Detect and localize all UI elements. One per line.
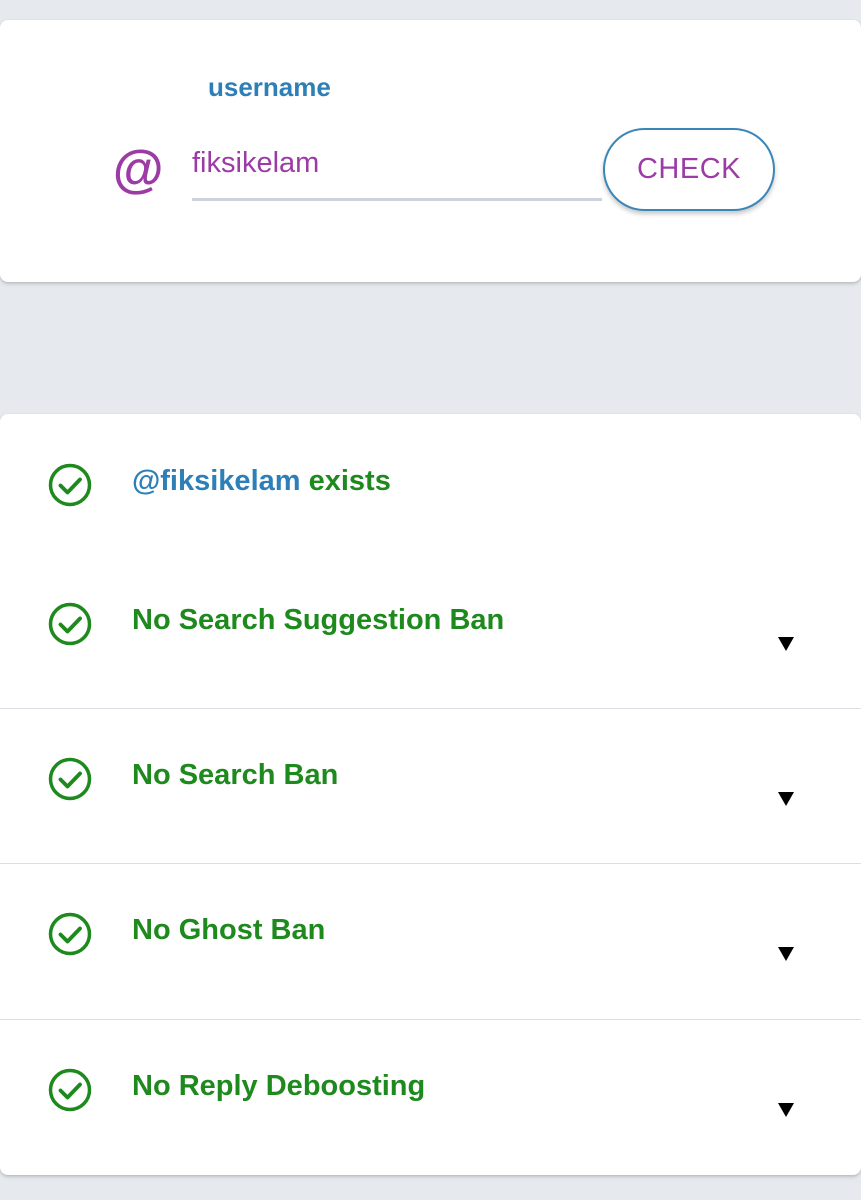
triangle-down-icon[interactable] [776, 634, 796, 654]
at-sign-icon: @ [112, 141, 163, 199]
result-label: No Search Ban [132, 759, 339, 791]
result-row-ghost-ban[interactable]: No Ghost Ban [0, 863, 861, 1019]
triangle-down-icon[interactable] [776, 944, 796, 964]
exists-label: exists [308, 465, 391, 497]
username-field-label: username [208, 72, 331, 102]
check-circle-icon [48, 757, 92, 801]
check-circle-icon [48, 1068, 92, 1112]
result-label: No Reply Deboosting [132, 1070, 426, 1102]
username-check-card: @ username CHECK [0, 20, 861, 282]
result-row-search-ban[interactable]: No Search Ban [0, 708, 861, 864]
check-circle-icon [48, 912, 92, 956]
exists-status-text: @fiksikelam exists [132, 467, 391, 496]
result-row-search-suggestion-ban[interactable]: No Search Suggestion Ban [0, 554, 861, 709]
username-input[interactable] [192, 128, 602, 201]
triangle-down-icon[interactable] [776, 789, 796, 809]
results-card: @fiksikelam exists No Search Suggestion … [0, 414, 861, 1175]
result-row-reply-deboosting[interactable]: No Reply Deboosting [0, 1019, 861, 1175]
check-button[interactable]: CHECK [603, 128, 775, 211]
result-label: No Search Suggestion Ban [132, 604, 505, 636]
result-row-exists: @fiksikelam exists [0, 414, 861, 554]
triangle-down-icon[interactable] [776, 1100, 796, 1120]
check-circle-icon [48, 602, 92, 646]
check-circle-icon [48, 463, 92, 507]
result-label: No Ghost Ban [132, 914, 326, 946]
username-handle: @fiksikelam [132, 465, 301, 497]
